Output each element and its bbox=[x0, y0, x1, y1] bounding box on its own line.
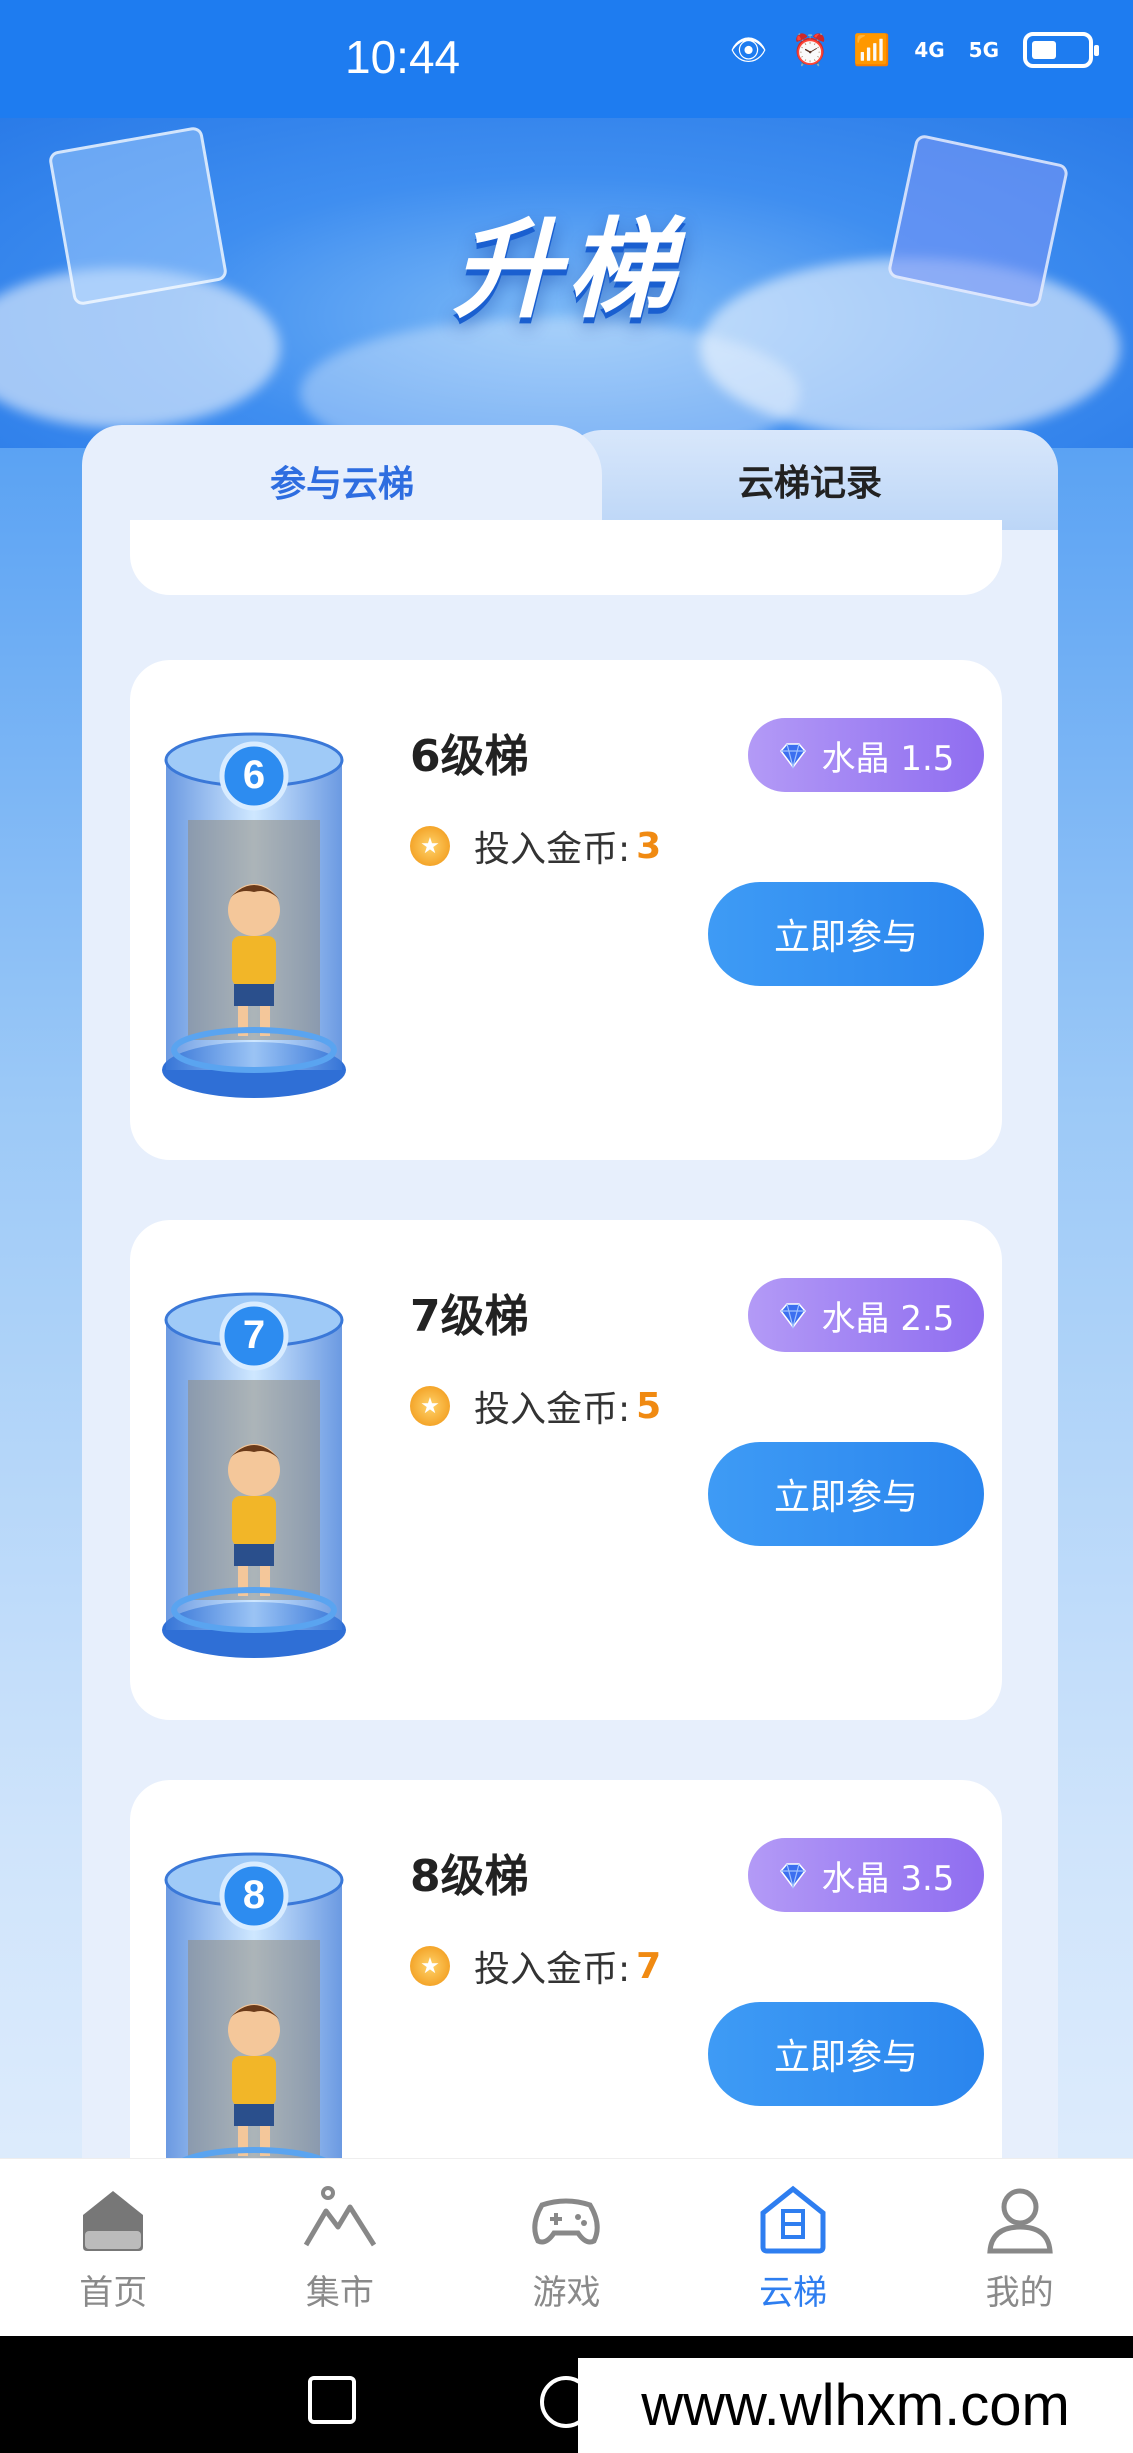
crystal-label: 水晶 2.5 bbox=[821, 1298, 955, 1339]
ladder-level: 7级梯 bbox=[410, 1291, 529, 1342]
ladder-level: 6级梯 bbox=[410, 731, 529, 782]
tab-records[interactable]: 云梯记录 bbox=[562, 430, 1058, 530]
status-icons: 👁 ⏰ 📶 4G 5G bbox=[729, 32, 1099, 68]
nav-label: 集市 bbox=[305, 2273, 374, 2313]
coin-cost-value: 7 bbox=[636, 1945, 662, 1987]
level-badge-icon: 7 bbox=[219, 1301, 289, 1371]
diamond-icon bbox=[779, 1863, 806, 1890]
coin-cost-value: 3 bbox=[636, 825, 662, 867]
status-time: 10:44 bbox=[345, 31, 461, 83]
hero-banner: 升梯 bbox=[0, 118, 1133, 448]
gamepad-icon bbox=[532, 2198, 601, 2245]
alarm-icon: ⏰ bbox=[791, 32, 829, 68]
join-button[interactable]: 立即参与 bbox=[708, 1442, 984, 1546]
ladder-icon bbox=[760, 2185, 826, 2254]
level-badge-icon: 6 bbox=[219, 741, 289, 811]
crystal-label: 水晶 1.5 bbox=[821, 738, 955, 779]
ladder-card: 8 8级梯 水晶 3.5 ★ 投入金币: 7 立即参与 bbox=[130, 1780, 1002, 2218]
recent-apps-button[interactable] bbox=[308, 2376, 356, 2424]
diamond-icon bbox=[779, 1303, 806, 1330]
eye-icon: 👁 bbox=[729, 32, 768, 68]
nav-label: 云梯 bbox=[759, 2273, 828, 2313]
crystal-label: 水晶 3.5 bbox=[821, 1858, 955, 1899]
watermark: www.wlhxm.com bbox=[578, 2358, 1133, 2453]
coin-cost: ★ 投入金币: 5 bbox=[410, 1380, 661, 1432]
coin-cost-label: 投入金币: bbox=[474, 1389, 631, 1430]
nav-item-home[interactable]: 首页 bbox=[0, 2159, 227, 2337]
nav-item-games[interactable]: 游戏 bbox=[453, 2159, 680, 2337]
mountain-icon bbox=[303, 2186, 377, 2247]
coin-icon: ★ bbox=[410, 1946, 450, 1986]
signal-5g-icon: 5G bbox=[968, 38, 999, 62]
diamond-icon bbox=[779, 743, 806, 770]
coin-cost: ★ 投入金币: 3 bbox=[410, 820, 661, 872]
ladder-card: 6 6级梯 水晶 1.5 ★ 投入金币: 3 立即参与 bbox=[130, 660, 1002, 1160]
crystal-reward-badge: 水晶 2.5 bbox=[748, 1278, 984, 1352]
page-title: 升梯 bbox=[452, 208, 681, 333]
ladder-card: 7 7级梯 水晶 2.5 ★ 投入金币: 5 立即参与 bbox=[130, 1220, 1002, 1720]
status-bar: 10:44 👁 ⏰ 📶 4G 5G bbox=[0, 0, 1133, 118]
nav-item-ladder[interactable]: 云梯 bbox=[680, 2159, 907, 2337]
coin-cost-label: 投入金币: bbox=[474, 1949, 631, 1990]
crystal-reward-badge: 水晶 3.5 bbox=[748, 1838, 984, 1912]
nav-item-profile[interactable]: 我的 bbox=[906, 2159, 1133, 2337]
home-icon bbox=[83, 2191, 144, 2251]
crystal-reward-badge: 水晶 1.5 bbox=[748, 718, 984, 792]
join-button[interactable]: 立即参与 bbox=[708, 882, 984, 986]
level-badge-number: 8 bbox=[243, 1873, 265, 1917]
nav-label: 游戏 bbox=[532, 2273, 601, 2313]
coin-cost-label: 投入金币: bbox=[474, 829, 631, 870]
coin-icon: ★ bbox=[410, 1386, 450, 1426]
bottom-nav: 首页 集市 游戏 云梯 我的 bbox=[0, 2158, 1133, 2337]
nav-item-market[interactable]: 集市 bbox=[227, 2159, 454, 2337]
join-button[interactable]: 立即参与 bbox=[708, 2002, 984, 2106]
signal-4g-icon: 4G bbox=[914, 38, 945, 62]
level-badge-icon: 8 bbox=[219, 1861, 289, 1931]
nav-label: 我的 bbox=[985, 2273, 1054, 2313]
nav-label: 首页 bbox=[79, 2273, 148, 2313]
ladder-level: 8级梯 bbox=[410, 1851, 529, 1902]
coin-icon: ★ bbox=[410, 826, 450, 866]
coin-cost-value: 5 bbox=[636, 1385, 662, 1427]
level-badge-number: 7 bbox=[243, 1313, 265, 1357]
wifi-icon: 📶 bbox=[852, 32, 891, 68]
user-icon bbox=[986, 2188, 1053, 2254]
level-badge-number: 6 bbox=[243, 753, 265, 797]
ladder-card-partial bbox=[130, 520, 1002, 595]
coin-cost: ★ 投入金币: 7 bbox=[410, 1940, 661, 1992]
battery-icon bbox=[1023, 32, 1099, 68]
